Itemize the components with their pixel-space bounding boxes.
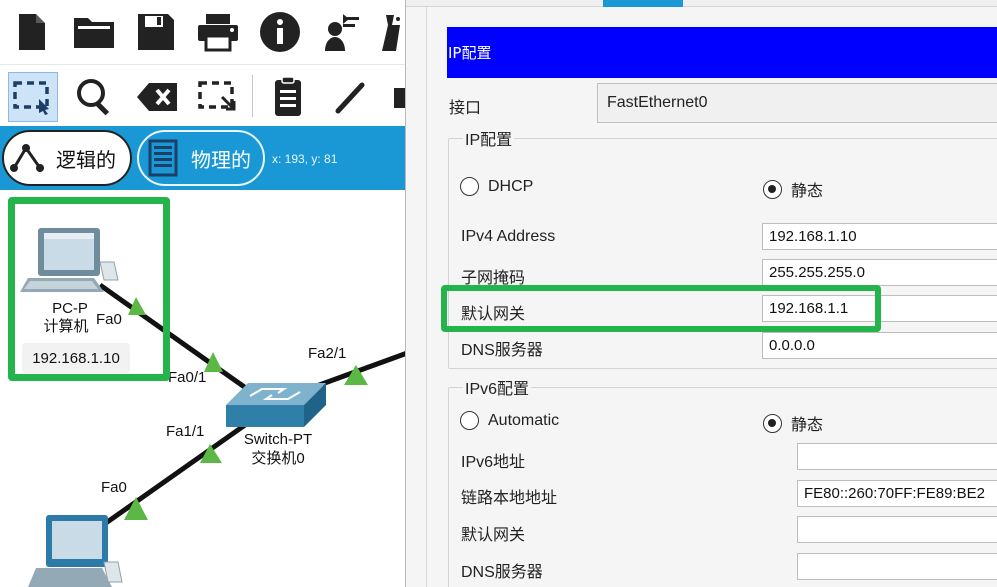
link-local-input[interactable]: FE80::260:70FF:FE89:BE2: [797, 480, 997, 507]
highlight-box-pc: [8, 197, 170, 381]
logical-topology-icon: [8, 138, 48, 178]
inspect-icon[interactable]: [70, 72, 120, 122]
open-folder-icon[interactable]: [70, 8, 118, 56]
radio-dot: [460, 411, 479, 430]
switch-port-label: Fa2/1: [308, 345, 347, 362]
highlight-box-gateway: [441, 285, 881, 332]
ipv6-static-label: 静态: [791, 417, 824, 434]
ip-config-title-bar: IP配置: [447, 27, 997, 78]
dhcp-radio[interactable]: DHCP: [460, 177, 533, 196]
view-bar: 逻辑的 物理的: [0, 126, 405, 190]
main-toolbar: [0, 0, 405, 64]
subnet-mask-input[interactable]: 255.255.255.0: [762, 259, 997, 286]
ipv4-group-legend: IP配置: [465, 132, 513, 149]
switch-name-label: 交换机0: [251, 450, 305, 467]
pc1-port-label: Fa0: [101, 479, 127, 496]
ipv6-address-input[interactable]: [797, 443, 997, 470]
ipv6-automatic-radio[interactable]: Automatic: [460, 411, 559, 430]
select-tool-icon[interactable]: [8, 72, 58, 122]
static-label: 静态: [791, 183, 824, 200]
dns-server-input[interactable]: 0.0.0.0: [762, 332, 997, 359]
edit-toolbar: [0, 64, 405, 126]
switch-port-label: Fa0/1: [168, 369, 207, 386]
physical-rack-icon: [143, 138, 183, 178]
ipv6-gateway-label: 默认网关: [461, 527, 526, 544]
tab-logical-label: 逻辑的: [56, 147, 116, 172]
cursor-coordinates: x: 193, y: 81: [272, 152, 338, 166]
ipv6-dns-label: DNS服务器: [461, 564, 543, 581]
app-window: 逻辑的 物理的 x: 193, y: 81 PC-P 计算机 192.168.1…: [0, 0, 997, 587]
new-file-icon[interactable]: [12, 8, 52, 56]
ipv6-gateway-input[interactable]: [797, 516, 997, 543]
pc-icon[interactable]: [28, 515, 123, 587]
workspace-pane: 逻辑的 物理的 x: 193, y: 81 PC-P 计算机 192.168.1…: [0, 0, 405, 587]
interface-label: 接口: [449, 100, 482, 117]
toolbar-separator: [252, 75, 253, 117]
place-note-icon[interactable]: [263, 72, 313, 122]
ipv6-group-legend: IPv6配置: [465, 381, 530, 398]
tab-desktop-active[interactable]: [603, 0, 683, 7]
tab-physical-view[interactable]: 物理的: [137, 130, 265, 186]
static-radio[interactable]: 静态: [763, 177, 823, 201]
print-icon[interactable]: [194, 8, 242, 56]
save-icon[interactable]: [133, 8, 179, 56]
radio-dot-selected: [763, 413, 782, 433]
link-local-label: 链路本地地址: [461, 490, 558, 507]
dhcp-label: DHCP: [488, 177, 534, 195]
ipv6-dns-input[interactable]: [797, 553, 997, 580]
dns-server-label: DNS服务器: [461, 342, 543, 359]
switch-model-label: Switch-PT: [243, 431, 313, 448]
switch-icon[interactable]: [226, 383, 326, 427]
draw-line-icon[interactable]: [325, 72, 375, 122]
ipv4-address-label: IPv4 Address: [461, 228, 556, 245]
radio-dot-selected: [763, 179, 782, 199]
custom-device-icon[interactable]: [378, 8, 405, 56]
interface-select[interactable]: FastEthernet0: [597, 83, 997, 123]
delete-icon[interactable]: [132, 72, 182, 122]
dialog-tab-strip: [406, 0, 997, 7]
ipv6-static-radio[interactable]: 静态: [763, 411, 823, 435]
radio-dot: [460, 177, 479, 196]
activity-wizard-icon[interactable]: [317, 8, 365, 56]
ipv6-address-label: IPv6地址: [461, 454, 526, 471]
draw-shape-icon[interactable]: [385, 72, 405, 122]
info-icon[interactable]: [256, 8, 304, 56]
ipv6-automatic-label: Automatic: [488, 411, 560, 429]
tab-logical-view[interactable]: 逻辑的: [2, 130, 132, 186]
ipv4-address-input[interactable]: 192.168.1.10: [762, 223, 997, 250]
tab-physical-label: 物理的: [191, 147, 251, 172]
resize-shape-icon[interactable]: [193, 72, 243, 122]
device-config-dialog: IP配置 接口 FastEthernet0 IP配置 DHCP 静态 IPv4 …: [405, 0, 997, 587]
switch-port-label: Fa1/1: [166, 423, 205, 440]
